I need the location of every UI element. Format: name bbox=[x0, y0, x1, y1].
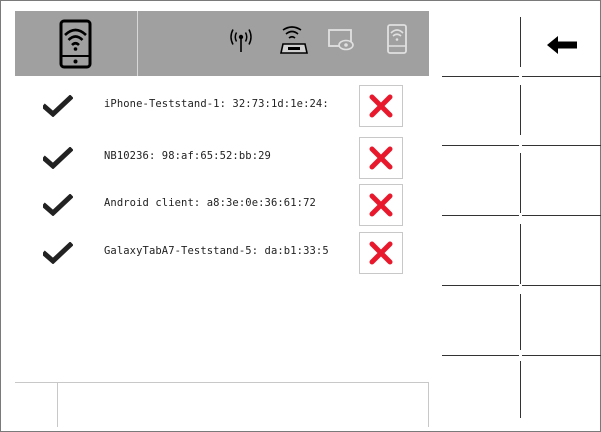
list-item: NB10236: 98:af:65:52:bb:29 bbox=[15, 137, 429, 179]
softkey-1[interactable] bbox=[442, 0, 520, 76]
bottom-small-field[interactable] bbox=[15, 383, 58, 427]
bottom-bar bbox=[15, 382, 429, 427]
delete-button[interactable] bbox=[359, 85, 403, 127]
delete-button[interactable] bbox=[359, 184, 403, 226]
list-item: Android client: a8:3e:0e:36:61:72 bbox=[15, 184, 429, 226]
device-label: Android client: a8:3e:0e:36:61:72 bbox=[104, 197, 316, 209]
softkey-11[interactable] bbox=[521, 356, 601, 428]
router-icon bbox=[280, 26, 308, 54]
delete-icon bbox=[369, 193, 393, 217]
screen-view-icon bbox=[328, 29, 354, 51]
softkey-7[interactable] bbox=[521, 216, 601, 285]
status-bar-divider bbox=[137, 11, 138, 76]
softkey-10[interactable] bbox=[442, 356, 520, 428]
antenna-icon bbox=[230, 29, 252, 52]
softkey-6[interactable] bbox=[442, 216, 520, 285]
softkey-9[interactable] bbox=[521, 286, 601, 355]
delete-icon bbox=[369, 241, 393, 265]
check-icon bbox=[43, 194, 73, 216]
softkey-4[interactable] bbox=[442, 146, 520, 215]
device-label: GalaxyTabA7-Teststand-5: da:b1:33:5 bbox=[104, 245, 329, 257]
delete-icon bbox=[369, 146, 393, 170]
check-icon bbox=[43, 147, 73, 169]
back-arrow-icon bbox=[547, 36, 577, 54]
bottom-input-field[interactable] bbox=[58, 383, 429, 427]
softkey-panel bbox=[429, 0, 601, 432]
back-button[interactable] bbox=[521, 0, 601, 76]
softkey-3[interactable] bbox=[521, 77, 601, 145]
status-bar bbox=[15, 11, 429, 76]
delete-icon bbox=[369, 94, 393, 118]
check-icon bbox=[43, 242, 73, 264]
delete-button[interactable] bbox=[359, 232, 403, 274]
wifi-tablet-icon bbox=[59, 19, 92, 69]
device-label: iPhone-Teststand-1: 32:73:1d:1e:24: bbox=[104, 98, 329, 110]
softkey-5[interactable] bbox=[521, 146, 601, 215]
softkey-8[interactable] bbox=[442, 286, 520, 355]
list-item: GalaxyTabA7-Teststand-5: da:b1:33:5 bbox=[15, 232, 429, 274]
softkey-2[interactable] bbox=[442, 77, 520, 145]
delete-button[interactable] bbox=[359, 137, 403, 179]
device-label: NB10236: 98:af:65:52:bb:29 bbox=[104, 150, 271, 162]
check-icon bbox=[43, 95, 73, 117]
list-item: iPhone-Teststand-1: 32:73:1d:1e:24: bbox=[15, 85, 429, 127]
wifi-device-icon bbox=[387, 24, 407, 54]
